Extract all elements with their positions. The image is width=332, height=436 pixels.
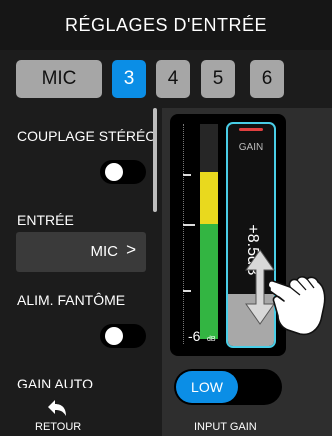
header: RÉGLAGES D'ENTRÉE [0, 0, 332, 50]
tab-3-label: 3 [123, 68, 135, 89]
phantom-power-label: ALIM. FANTÔME [17, 292, 126, 308]
input-gain-switch[interactable]: LOW [174, 369, 282, 405]
input-gain-label: INPUT GAIN [194, 421, 257, 433]
toggle-knob [105, 163, 123, 181]
tab-5-label: 5 [212, 68, 224, 89]
gain-peak-indicator [239, 128, 263, 131]
input-select-value: MIC [90, 243, 119, 260]
page-title: RÉGLAGES D'ENTRÉE [65, 14, 267, 35]
tab-mic[interactable]: MIC [16, 60, 102, 98]
tab-5[interactable]: 5 [201, 60, 235, 98]
meter-tick [183, 174, 191, 176]
input-gain-low-label: LOW [191, 379, 223, 395]
stereo-link-toggle[interactable] [100, 160, 146, 184]
phantom-power-toggle[interactable] [100, 324, 146, 348]
tab-mic-label: MIC [41, 68, 77, 89]
tab-6[interactable]: 6 [250, 60, 284, 98]
stereo-link-label: COUPLAGE STÉRÉO [17, 128, 157, 144]
meter-db-unit: dB [207, 336, 216, 343]
gain-label: GAIN [238, 142, 264, 153]
back-label[interactable]: RETOUR [35, 421, 81, 433]
settings-list[interactable]: COUPLAGE STÉRÉO ENTRÉE MIC > ALIM. FANTÔ… [0, 108, 160, 388]
meter-tick [183, 224, 195, 226]
meter-tick [183, 290, 191, 292]
input-select[interactable]: MIC > [16, 232, 146, 272]
input-label: ENTRÉE [17, 212, 74, 228]
tab-3[interactable]: 3 [112, 60, 146, 98]
chevron-right-icon: > [126, 240, 136, 259]
hand-pointer-icon [267, 276, 326, 336]
settings-scrollbar[interactable] [153, 108, 157, 212]
auto-gain-label: GAIN AUTO [17, 376, 93, 388]
meter-scale [183, 124, 184, 344]
back-arrow-icon[interactable] [46, 398, 68, 418]
tab-4-label: 4 [167, 68, 179, 89]
tab-6-label: 6 [261, 68, 273, 89]
level-meter-green [200, 224, 218, 339]
toggle-knob [105, 327, 123, 345]
input-gain-low-option[interactable]: LOW [176, 371, 238, 403]
level-meter-yellow [200, 172, 218, 224]
meter-db-value: -6 [188, 328, 201, 344]
tab-4[interactable]: 4 [156, 60, 190, 98]
